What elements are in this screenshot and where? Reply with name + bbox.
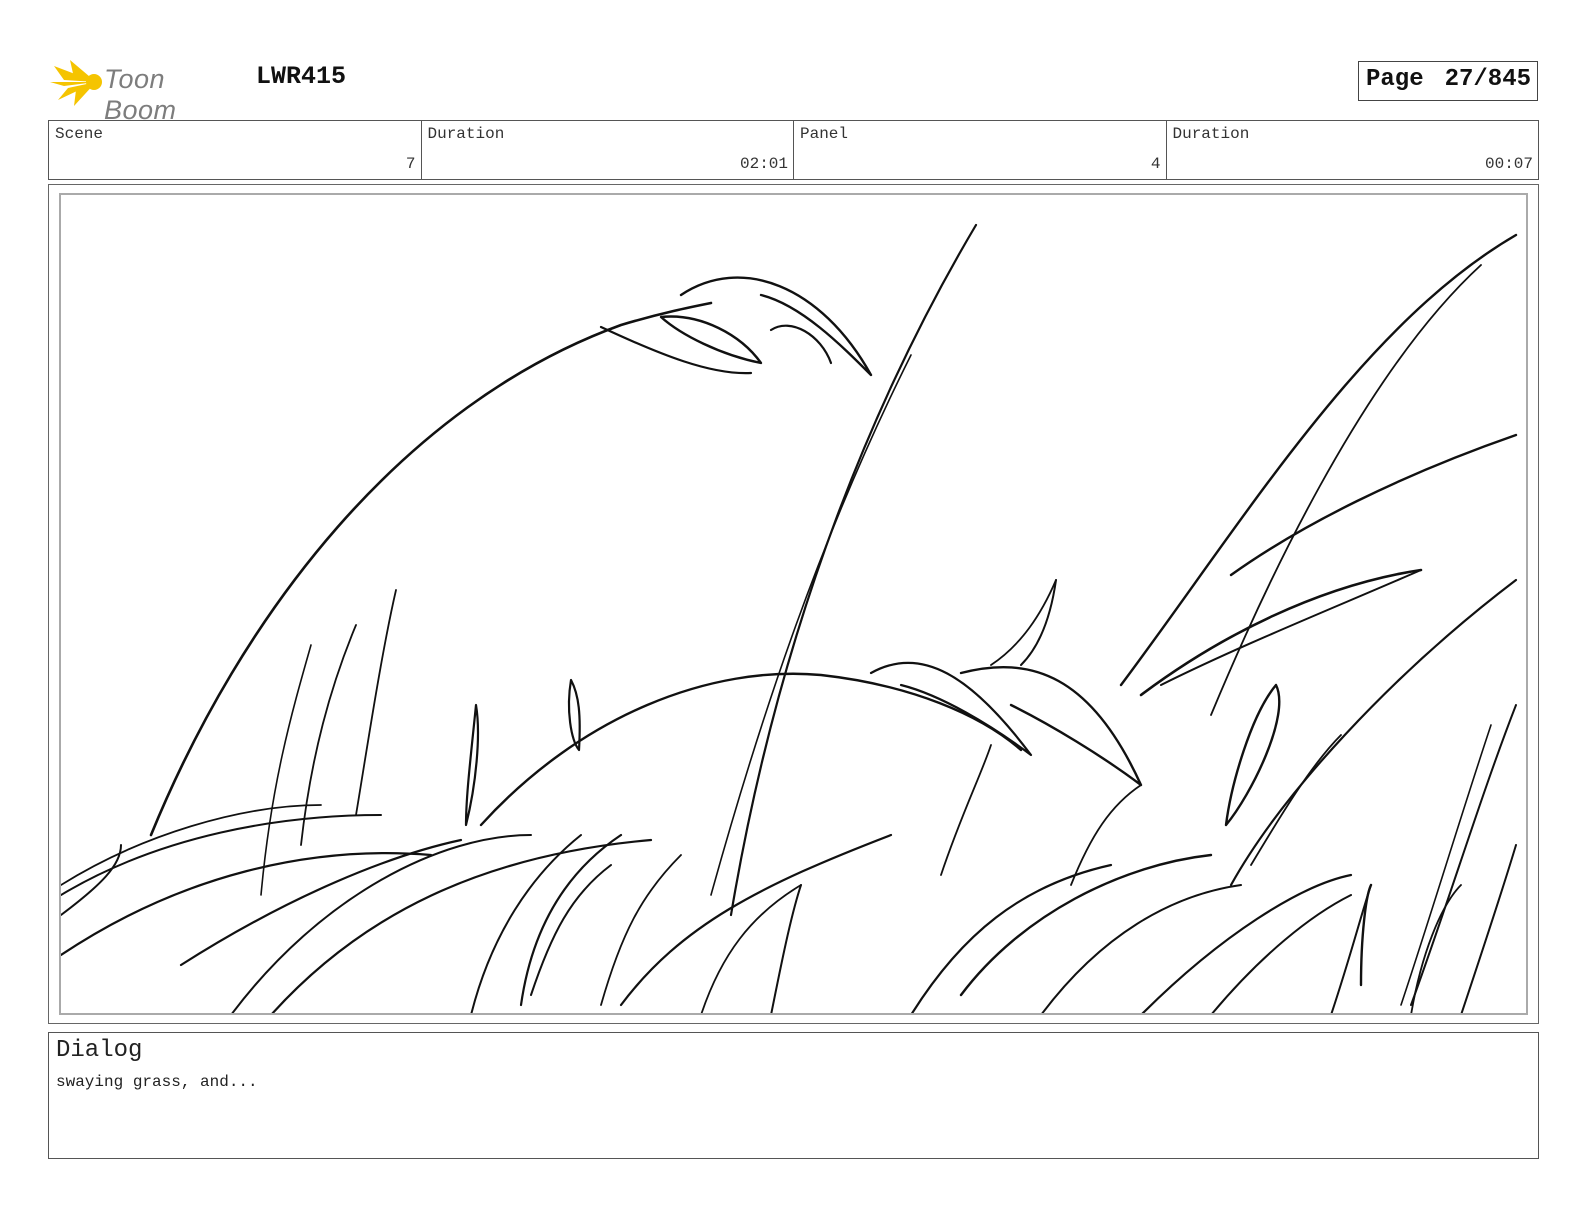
grass-sketch: [61, 223, 1518, 1013]
scene-duration-cell: Duration 02:01: [422, 121, 794, 179]
sketch-stroke: [1224, 683, 1281, 827]
sketch-stroke: [959, 853, 1213, 997]
scene-cell: Scene 7: [49, 121, 422, 179]
page-number: 27/845: [1444, 66, 1531, 93]
sketch-stroke: [700, 884, 802, 1013]
sketch-stroke: [710, 354, 912, 896]
panel-duration-value: 00:07: [1484, 155, 1533, 173]
page-indicator: Page 27/845: [1358, 61, 1538, 101]
scene-label: Scene: [55, 125, 104, 143]
sketch-stroke: [271, 838, 653, 1013]
panel-cell: Panel 4: [794, 121, 1167, 179]
sketch-stroke: [231, 834, 532, 1013]
sketch-stroke: [464, 703, 480, 827]
sketch-stroke: [1070, 784, 1142, 886]
sketch-stroke: [1041, 884, 1242, 1013]
storyboard-panel-frame: [48, 184, 1539, 1024]
sketch-stroke: [1359, 883, 1373, 987]
sketch-stroke: [659, 315, 763, 365]
sketch-stroke: [1211, 894, 1352, 1013]
sketch-stroke: [940, 744, 992, 876]
sketch-stroke: [769, 324, 833, 365]
sketch-stroke: [1141, 873, 1353, 1013]
sketch-stroke: [770, 884, 802, 1013]
sketch-stroke: [1460, 844, 1517, 1013]
sketch-stroke: [260, 644, 312, 896]
sketch-stroke: [479, 672, 1023, 827]
dialog-title: Dialog: [56, 1037, 143, 1064]
sketch-stroke: [600, 854, 682, 1006]
sketch-stroke: [1410, 704, 1517, 1006]
sketch-stroke: [61, 852, 433, 957]
sketch-stroke: [1119, 233, 1518, 687]
starburst-icon: [50, 60, 102, 106]
sketch-stroke: [149, 301, 713, 837]
storyboard-panel: [59, 193, 1528, 1015]
sketch-stroke: [530, 864, 612, 996]
sketch-stroke: [1160, 569, 1422, 686]
scene-duration-label: Duration: [427, 125, 505, 143]
page-label: Page: [1366, 66, 1424, 93]
panel-label: Panel: [800, 125, 849, 143]
scene-value: 7: [405, 155, 416, 173]
sketch-stroke: [910, 863, 1113, 1013]
sketch-stroke: [567, 678, 581, 752]
sketch-stroke: [1210, 264, 1482, 716]
info-bar: Scene 7 Duration 02:01 Panel 4 Duration …: [48, 120, 1539, 180]
scene-duration-value: 02:01: [739, 155, 788, 173]
panel-duration-label: Duration: [1172, 125, 1250, 143]
logo-text: Toon Boom: [104, 64, 177, 125]
dialog-text: swaying grass, and...: [56, 1073, 258, 1091]
panel-duration-cell: Duration 00:07: [1167, 121, 1539, 179]
panel-value: 4: [1150, 155, 1161, 173]
sketch-stroke: [1229, 433, 1518, 577]
dialog-box: Dialog swaying grass, and...: [48, 1032, 1539, 1159]
toon-boom-logo: Toon Boom: [50, 56, 240, 125]
sketch-stroke: [729, 223, 978, 917]
sketch-stroke: [355, 589, 397, 816]
project-code: LWR415: [256, 62, 347, 91]
sketch-stroke: [300, 624, 357, 846]
